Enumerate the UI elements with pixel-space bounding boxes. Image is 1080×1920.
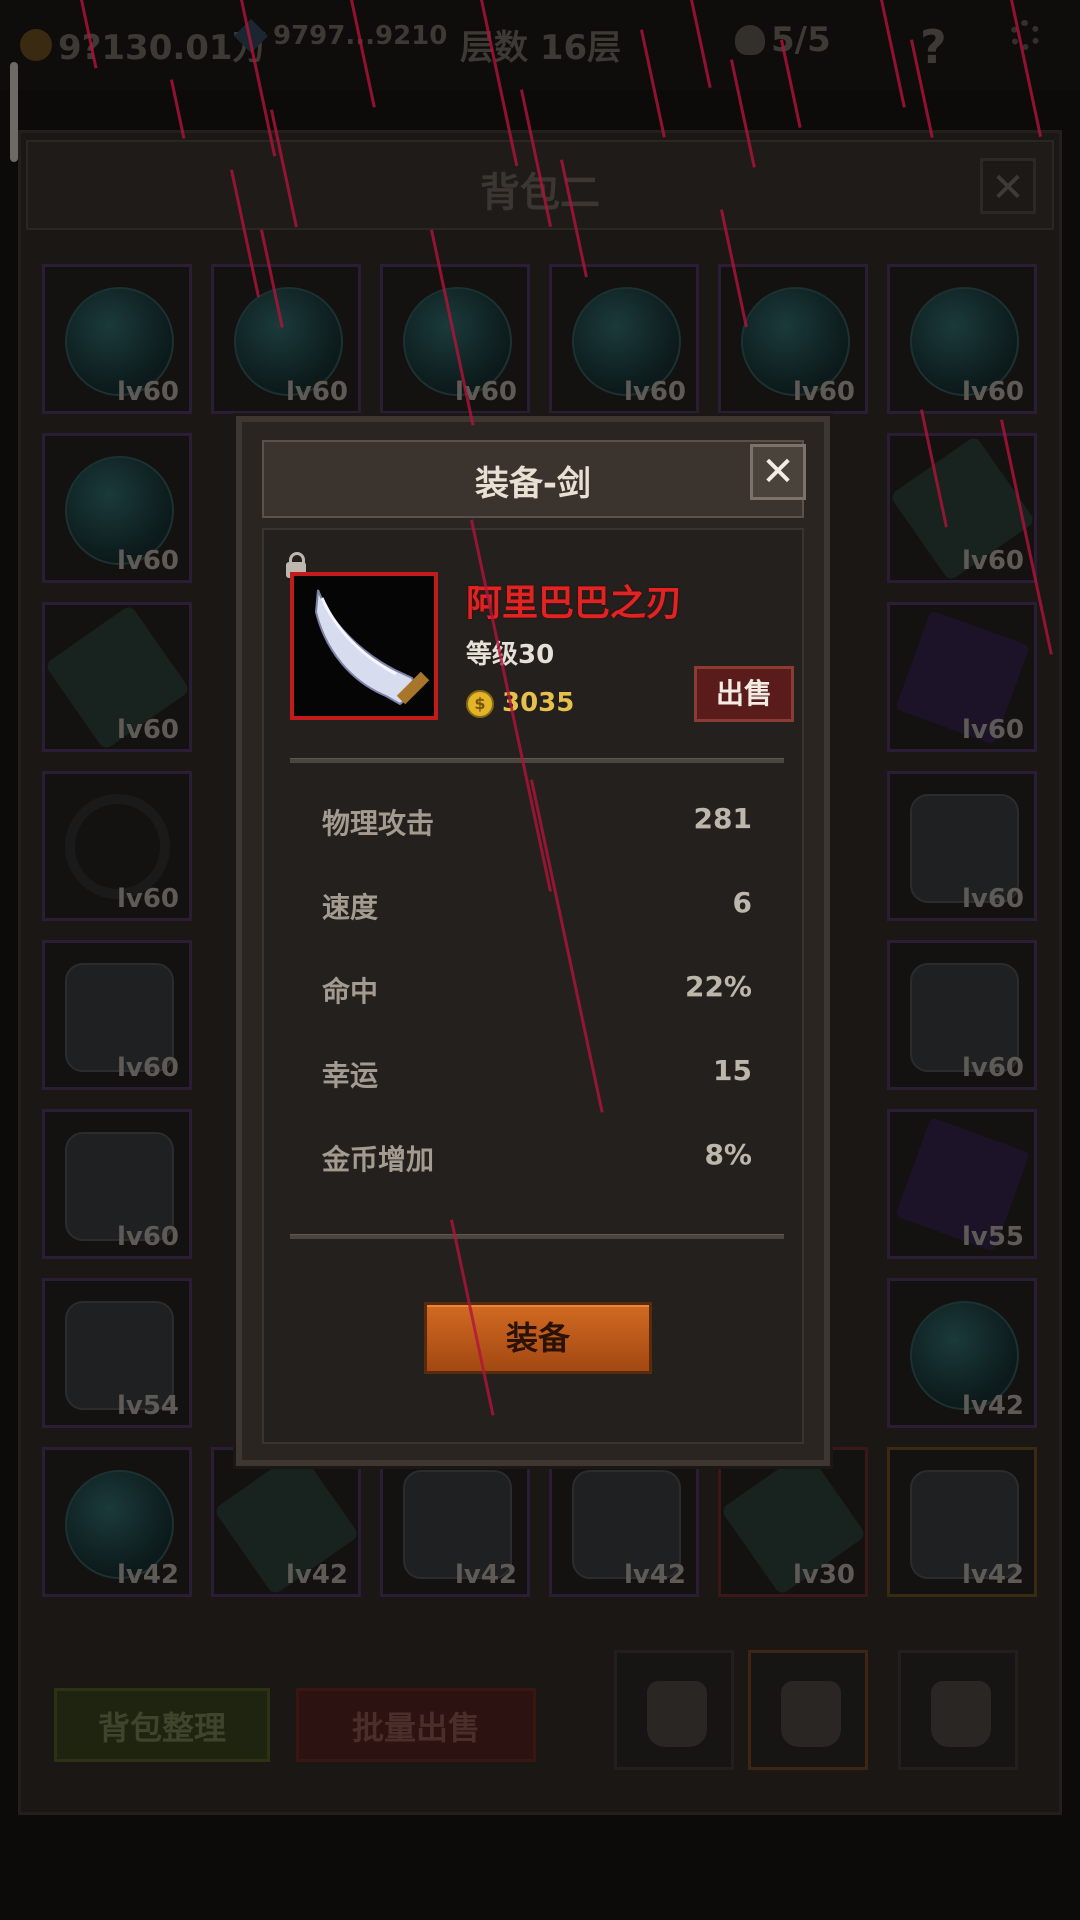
item-name: 阿里巴巴之刃 — [466, 583, 683, 624]
bulk-sell-button[interactable]: 批量出售 — [296, 1688, 536, 1762]
sort-bag-button[interactable]: 背包整理 — [54, 1688, 270, 1762]
sell-button[interactable]: 出售 — [694, 666, 794, 722]
inventory-slot[interactable]: lv60 — [887, 602, 1037, 752]
stat-row: 幸运 15 — [322, 1046, 752, 1096]
stat-row: 命中 22% — [322, 962, 752, 1012]
floor-label: 层数 16层 — [460, 28, 622, 68]
item-level-label: lv60 — [961, 1053, 1024, 1083]
inventory-slot[interactable]: lv60 — [887, 264, 1037, 414]
item-level-label: lv60 — [116, 1053, 179, 1083]
scimitar-icon — [314, 589, 430, 706]
backpack-icon — [931, 1681, 991, 1747]
item-level-label: lv42 — [623, 1560, 686, 1590]
item-icon-frame — [290, 572, 438, 720]
item-level-label: lv55 — [961, 1222, 1024, 1252]
item-level-label: lv60 — [792, 377, 855, 407]
item-level-label: lv60 — [116, 377, 179, 407]
item-level-label: lv54 — [116, 1391, 179, 1421]
stat-value: 15 — [713, 1054, 752, 1087]
stat-row: 速度 6 — [322, 878, 752, 928]
gold-counter: 9?130.01万 — [20, 20, 267, 69]
inventory-slot[interactable]: lv60 — [42, 264, 192, 414]
equipment-dialog: 装备-剑 阿里巴巴之刃 等级30 $ 3035 出售 物理攻击 281 速度 6 命中 2… — [236, 416, 830, 1466]
bag-tab-3[interactable] — [898, 1650, 1018, 1770]
divider — [290, 758, 784, 763]
item-level-label: lv60 — [116, 546, 179, 576]
item-level-label: lv42 — [116, 1560, 179, 1590]
backpack-icon — [647, 1681, 707, 1747]
stat-label: 物理攻击 — [322, 807, 435, 840]
stat-value: 6 — [732, 886, 752, 919]
stat-value: 22% — [684, 970, 752, 1003]
inventory-slot[interactable]: lv60 — [42, 771, 192, 921]
bag-tab-1[interactable] — [614, 1650, 734, 1770]
stat-label: 命中 — [322, 975, 379, 1008]
inventory-slot[interactable]: lv60 — [718, 264, 868, 414]
item-level-label: lv42 — [961, 1560, 1024, 1590]
skull-icon — [735, 25, 765, 55]
item-level-label: lv30 — [792, 1560, 855, 1590]
inventory-slot[interactable]: lv60 — [887, 940, 1037, 1090]
dialog-close-button[interactable]: ✕ — [750, 444, 806, 500]
stat-label: 速度 — [322, 891, 379, 924]
scrollbar[interactable] — [10, 62, 18, 162]
inventory-slot[interactable]: lv60 — [42, 1109, 192, 1259]
item-level-label: lv60 — [961, 546, 1024, 576]
item-level-label: lv42 — [285, 1560, 348, 1590]
item-level-label: lv60 — [116, 884, 179, 914]
inventory-slot[interactable]: lv55 — [887, 1109, 1037, 1259]
backpack-icon — [781, 1681, 841, 1747]
item-level-label: lv60 — [116, 715, 179, 745]
divider — [290, 1234, 784, 1239]
inventory-slot[interactable]: lv42 — [380, 1447, 530, 1597]
stat-row: 金币增加 8% — [322, 1130, 752, 1180]
item-level-label: lv60 — [961, 884, 1024, 914]
inventory-close-button[interactable]: ✕ — [980, 158, 1036, 214]
item-level-label: lv42 — [454, 1560, 517, 1590]
inventory-slot[interactable]: lv42 — [887, 1278, 1037, 1428]
inventory-slot[interactable]: lv42 — [887, 1447, 1037, 1597]
inventory-slot[interactable]: lv60 — [211, 264, 361, 414]
item-level-label: lv60 — [116, 1222, 179, 1252]
stat-value: 8% — [704, 1138, 752, 1171]
inventory-slot[interactable]: lv42 — [549, 1447, 699, 1597]
inventory-slot[interactable]: lv60 — [42, 940, 192, 1090]
gold-coin-icon: $ — [466, 690, 494, 718]
item-level-label: lv60 — [623, 377, 686, 407]
inventory-slot[interactable]: lv54 — [42, 1278, 192, 1428]
help-button[interactable]: ? — [920, 20, 947, 74]
inventory-slot[interactable]: lv60 — [42, 433, 192, 583]
item-level-label: lv60 — [285, 377, 348, 407]
inventory-slot[interactable]: lv60 — [42, 602, 192, 752]
bag-tab-2[interactable] — [748, 1650, 868, 1770]
stat-value: 281 — [693, 802, 752, 835]
item-level-label: lv60 — [961, 715, 1024, 745]
stat-label: 幸运 — [322, 1059, 379, 1092]
gem-counter: 9797...9210 — [234, 19, 447, 53]
inventory-slot[interactable]: lv30 — [718, 1447, 868, 1597]
dialog-header: 装备-剑 — [262, 440, 804, 518]
dialog-title: 装备-剑 — [474, 464, 592, 504]
item-level-label: lv60 — [961, 377, 1024, 407]
gold-coin-icon — [20, 28, 52, 61]
inventory-slot[interactable]: lv42 — [211, 1447, 361, 1597]
item-level-label: lv42 — [961, 1391, 1024, 1421]
inventory-slot[interactable]: lv42 — [42, 1447, 192, 1597]
equip-button[interactable]: 装备 — [424, 1302, 652, 1374]
floor-indicator: 层数 16层 — [460, 20, 621, 69]
inventory-slot[interactable]: lv60 — [549, 264, 699, 414]
item-level: 等级30 — [466, 640, 555, 670]
inventory-slot[interactable]: lv60 — [887, 433, 1037, 583]
stat-label: 金币增加 — [322, 1143, 435, 1176]
help-icon: ? — [920, 20, 947, 74]
inventory-slot[interactable]: lv60 — [887, 771, 1037, 921]
